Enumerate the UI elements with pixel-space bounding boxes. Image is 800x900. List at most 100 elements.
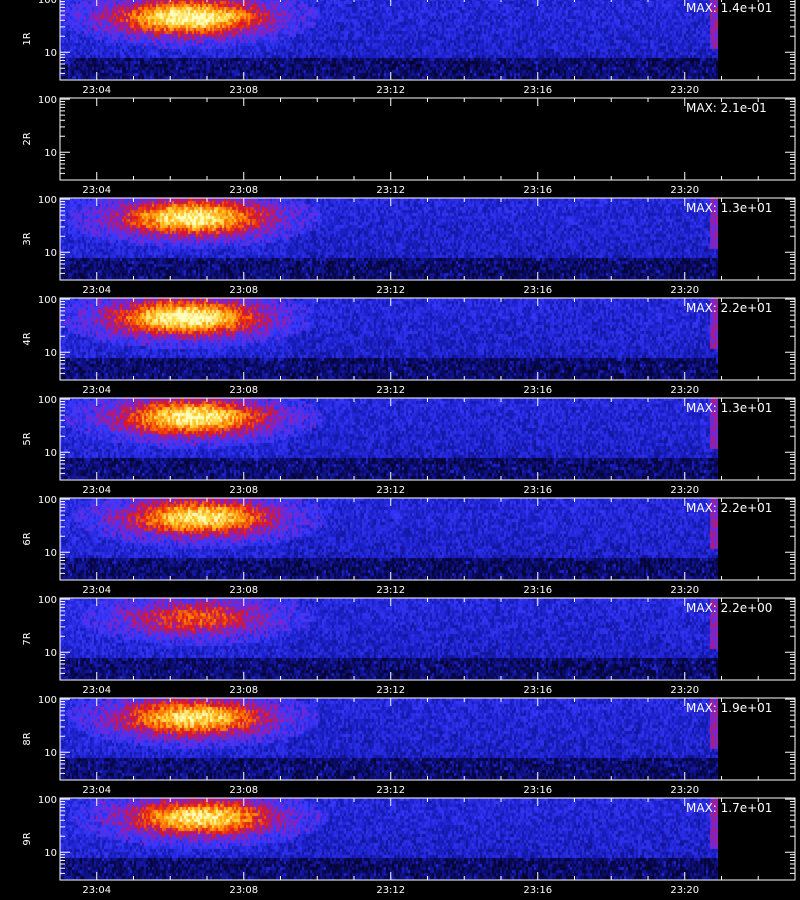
panel-6r: 100 10 6R 23:04 23:08 23:12 23:16 23:20 MAX: 2.2… [22,495,796,596]
y-tick-label: 10 [44,548,57,559]
x-tick-label: 23:08 [229,885,258,896]
panel-label: 1R [22,32,33,45]
x-tick-label: 23:08 [229,385,258,396]
y-tick-label: 100 [38,195,57,206]
max-value-label: MAX: 2.2e+01 [686,301,772,315]
panel-2r: 100 10 2R 23:04 23:08 23:12 23:16 23:20 MAX: 2.1… [22,95,796,196]
heatmap-9r [60,798,718,880]
x-tick-label: 23:20 [670,885,699,896]
x-tick-label: 23:08 [229,85,258,96]
x-tick-label: 23:16 [523,385,552,396]
y-tick-label: 100 [38,0,57,6]
y-tick-label: 10 [44,348,57,359]
y-tick-label: 10 [44,448,57,459]
x-tick-label: 23:08 [229,285,258,296]
x-tick-label: 23:08 [229,485,258,496]
x-tick-label: 23:20 [670,485,699,496]
x-tick-label: 23:12 [376,685,405,696]
x-tick-label: 23:12 [376,585,405,596]
x-tick-label: 23:20 [670,385,699,396]
max-value-label: MAX: 2.1e-01 [686,101,767,115]
max-value-label: MAX: 2.2e+00 [686,601,772,615]
x-tick-label: 23:04 [82,785,111,796]
y-tick-label: 100 [38,595,57,606]
x-tick-label: 23:12 [376,385,405,396]
heatmap-8r [60,698,718,780]
x-tick-label: 23:20 [670,85,699,96]
max-value-label: MAX: 1.7e+01 [686,801,772,815]
x-tick-label: 23:04 [82,285,111,296]
x-tick-label: 23:04 [82,85,111,96]
y-tick-label: 100 [38,395,57,406]
panel-9r: 100 10 9R 23:04 23:08 23:12 23:16 23:20 MAX: 1.7… [22,795,796,896]
x-tick-label: 23:12 [376,785,405,796]
x-tick-label: 23:04 [82,385,111,396]
x-tick-label: 23:12 [376,285,405,296]
panel-label: 5R [22,432,33,445]
panel-3r: 100 10 3R 23:04 23:08 23:12 23:16 23:20 MAX: 1.3… [22,195,796,296]
panel-label: 9R [22,832,33,845]
x-tick-label: 23:16 [523,185,552,196]
panel-label: 4R [22,332,33,345]
x-tick-label: 23:20 [670,285,699,296]
y-tick-label: 100 [38,95,57,106]
heatmap-7r [60,598,718,680]
max-value-label: MAX: 1.3e+01 [686,401,772,415]
y-tick-label: 10 [44,248,57,259]
heatmap-1r [60,0,718,80]
x-tick-label: 23:16 [523,285,552,296]
y-tick-label: 100 [38,795,57,806]
x-tick-label: 23:12 [376,885,405,896]
x-tick-label: 23:20 [670,685,699,696]
y-tick-label: 10 [44,748,57,759]
x-tick-label: 23:16 [523,785,552,796]
max-value-label: MAX: 1.3e+01 [686,201,772,215]
panel-label: 7R [22,632,33,645]
x-tick-label: 23:16 [523,585,552,596]
x-tick-label: 23:08 [229,685,258,696]
panel-1r: 100 10 1R 23:04 23:08 23:12 23:16 23:20 MAX: 1.4… [22,0,796,96]
y-tick-label: 100 [38,295,57,306]
y-tick-label: 100 [38,495,57,506]
panel-label: 6R [22,532,33,545]
panel-4r: 100 10 4R 23:04 23:08 23:12 23:16 23:20 MAX: 2.2… [22,295,796,396]
x-tick-label: 23:08 [229,185,258,196]
axis-frame [59,97,796,181]
spectrogram-stack: 100 10 1R 23:04 23:08 23:12 23:16 23:20 MAX: 1.4… [22,0,796,896]
heatmap-4r [60,298,718,380]
x-tick-label: 23:12 [376,485,405,496]
panel-8r: 100 10 8R 23:04 23:08 23:12 23:16 23:20 MAX: 1.9… [22,695,796,796]
x-tick-label: 23:20 [670,185,699,196]
x-tick-label: 23:04 [82,485,111,496]
panel-label: 2R [22,132,33,145]
panel-label: 8R [22,732,33,745]
x-tick-label: 23:08 [229,785,258,796]
x-tick-label: 23:04 [82,685,111,696]
x-tick-label: 23:12 [376,85,405,96]
heatmap-3r [60,198,718,280]
x-tick-label: 23:12 [376,185,405,196]
heatmap-6r [60,498,718,580]
panel-5r: 100 10 5R 23:04 23:08 23:12 23:16 23:20 MAX: 1.3… [22,395,796,496]
max-value-label: MAX: 1.9e+01 [686,701,772,715]
x-tick-label: 23:20 [670,585,699,596]
y-tick-label: 10 [44,48,57,59]
x-tick-label: 23:16 [523,885,552,896]
panel-label: 3R [22,232,33,245]
y-tick-label: 10 [44,648,57,659]
x-tick-label: 23:16 [523,485,552,496]
max-value-label: MAX: 1.4e+01 [686,1,772,15]
max-value-label: MAX: 2.2e+01 [686,501,772,515]
heatmap-5r [60,398,718,480]
x-tick-label: 23:04 [82,885,111,896]
y-tick-label: 10 [44,848,57,859]
y-tick-label: 10 [44,148,57,159]
x-tick-label: 23:16 [523,85,552,96]
x-tick-label: 23:04 [82,185,111,196]
panel-7r: 100 10 7R 23:04 23:08 23:12 23:16 23:20 MAX: 2.2… [22,595,796,696]
x-tick-label: 23:20 [670,785,699,796]
y-tick-label: 100 [38,695,57,706]
x-tick-label: 23:04 [82,585,111,596]
x-tick-label: 23:08 [229,585,258,596]
x-tick-label: 23:16 [523,685,552,696]
